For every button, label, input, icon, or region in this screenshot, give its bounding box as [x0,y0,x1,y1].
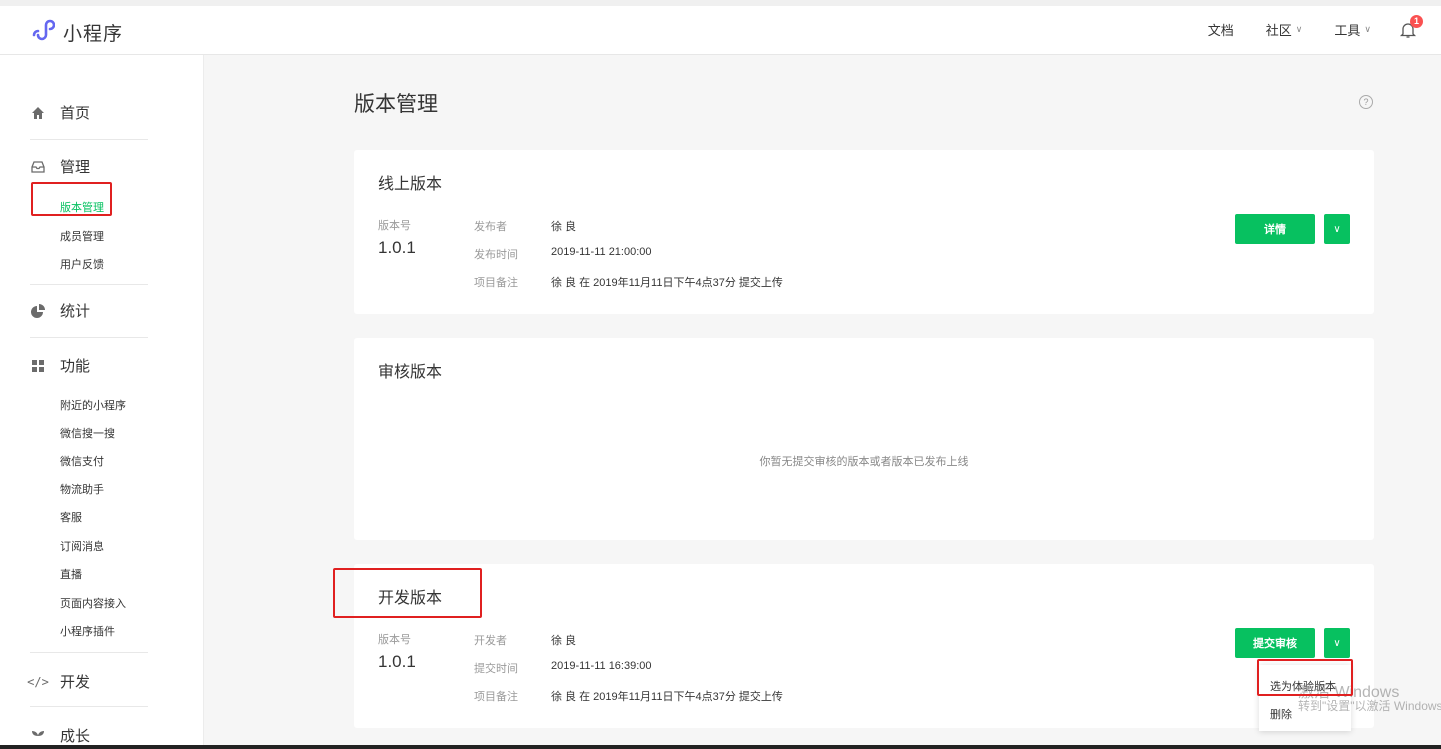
highlight-box [31,182,112,216]
developer-label: 开发者 [474,635,507,647]
sidebar-item-stats[interactable]: 统计 [30,300,90,321]
divider [30,652,148,653]
sidebar-item-service[interactable]: 客服 [60,509,82,525]
nav-tools-label: 工具 [1334,23,1361,38]
online-version-card: 线上版本 版本号 1.0.1 发布者 徐 良 发布时间 2019-11-11 2… [354,150,1374,314]
card-title: 线上版本 [378,176,443,193]
chevron-down-icon: ∨ [1364,24,1371,34]
version-number: 1.0.1 [378,238,416,257]
nav-docs[interactable]: 文档 [1208,20,1234,39]
sidebar-item-logistics[interactable]: 物流助手 [60,481,104,497]
sidebar-item-features[interactable]: 功能 [30,355,90,376]
top-bar: 小程序 文档 社区 ∨ 工具 ∨ 1 [0,0,1441,55]
sidebar-item-label: 开发 [60,674,91,691]
version-label: 版本号 [378,220,411,232]
sidebar-item-search[interactable]: 微信搜一搜 [60,425,115,441]
note-value: 徐 良 在 2019年11月11日下午4点37分 提交上传 [551,691,783,703]
submit-review-button[interactable]: 提交审核 [1235,628,1315,658]
divider [30,139,148,140]
help-icon[interactable]: ? [1359,95,1373,109]
sprout-icon [30,728,46,744]
chevron-down-icon: ∨ [1333,637,1341,649]
sidebar-item-manage[interactable]: 管理 [30,156,90,177]
dev-version-card: 开发版本 版本号 1.0.1 开发者 徐 良 提交时间 2019-11-11 1… [354,564,1374,728]
activation-watermark-subtitle: 转到"设置"以激活 Windows [1298,699,1441,713]
highlight-box [1257,659,1353,696]
logo[interactable]: 小程序 [31,18,123,47]
nav-docs-label: 文档 [1207,23,1234,38]
bell-icon [1399,22,1417,42]
developer-value: 徐 良 [551,635,577,647]
notification-badge: 1 [1410,14,1423,28]
sidebar-item-label: 成长 [60,728,91,745]
version-number: 1.0.1 [378,652,416,671]
menu-item-delete[interactable]: 删除 [1270,706,1292,722]
sidebar-item-subscribe[interactable]: 订阅消息 [60,538,104,554]
more-dropdown-button[interactable]: ∨ [1324,628,1350,658]
nav-community[interactable]: 社区 ∨ [1266,20,1303,39]
highlight-box [333,568,482,618]
note-label: 项目备注 [474,691,518,703]
time-label: 提交时间 [474,663,518,675]
nav-tools[interactable]: 工具 ∨ [1334,20,1371,39]
empty-state-text: 你暂无提交审核的版本或者版本已发布上线 [759,456,969,468]
details-button[interactable]: 详情 [1235,214,1315,244]
time-value: 2019-11-11 16:39:00 [551,660,652,672]
chevron-down-icon: ∨ [1295,24,1303,34]
page-title: 版本管理 [354,93,438,116]
sidebar-item-nearby[interactable]: 附近的小程序 [60,397,126,413]
sidebar-item-pay[interactable]: 微信支付 [60,453,104,469]
sidebar-item-label: 管理 [60,159,91,176]
sidebar-item-live[interactable]: 直播 [60,566,82,582]
sidebar-item-user-feedback[interactable]: 用户反馈 [60,256,104,272]
divider [30,706,148,707]
card-title: 审核版本 [378,364,443,381]
note-label: 项目备注 [474,277,518,289]
time-label: 发布时间 [474,249,518,261]
sidebar-item-label: 功能 [60,358,91,375]
note-value: 徐 良 在 2019年11月11日下午4点37分 提交上传 [551,277,783,289]
divider [30,284,148,285]
review-version-card: 审核版本 你暂无提交审核的版本或者版本已发布上线 [354,338,1374,540]
nav-community-label: 社区 [1265,23,1292,38]
sidebar-item-dev[interactable]: </> 开发 [27,671,91,692]
sidebar: 首页 管理 版本管理 成员管理 用户反馈 统计 功能 附近的小程序 微信搜一搜 … [0,55,204,749]
inbox-icon [30,159,46,175]
sidebar-item-label: 首页 [60,105,91,122]
notification-button[interactable]: 1 [1399,14,1423,42]
version-label: 版本号 [378,634,411,646]
chevron-down-icon: ∨ [1333,223,1341,235]
sidebar-item-home[interactable]: 首页 [30,102,90,123]
publisher-value: 徐 良 [551,221,577,233]
top-nav: 文档 社区 ∨ 工具 ∨ 1 [1208,14,1423,42]
miniprogram-logo-icon [31,18,56,47]
grid-icon [30,358,46,374]
more-dropdown-button[interactable]: ∨ [1324,214,1350,244]
pie-chart-icon [30,303,46,319]
sidebar-item-page-content[interactable]: 页面内容接入 [60,595,126,611]
sidebar-item-member-manage[interactable]: 成员管理 [60,228,104,244]
time-value: 2019-11-11 21:00:00 [551,246,652,258]
sidebar-item-label: 统计 [60,303,91,320]
divider [30,337,148,338]
code-icon: </> [27,674,49,689]
app-name: 小程序 [63,24,124,45]
bottom-border [0,745,1441,749]
sidebar-item-growth[interactable]: 成长 [30,725,90,746]
sidebar-item-plugin[interactable]: 小程序插件 [60,623,115,639]
home-icon [30,105,46,121]
publisher-label: 发布者 [474,221,507,233]
